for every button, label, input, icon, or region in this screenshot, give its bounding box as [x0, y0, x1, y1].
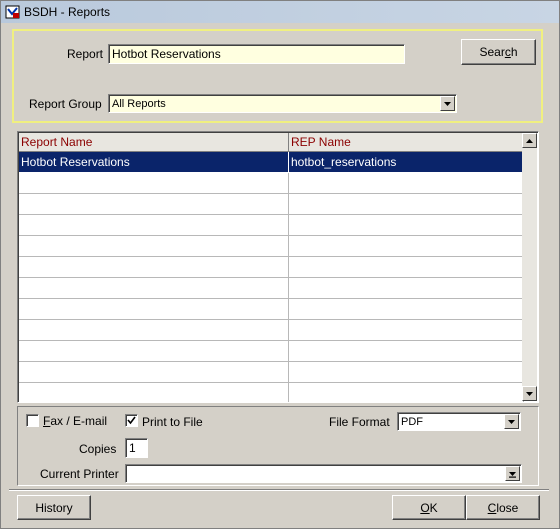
grid-header: Report Name REP Name — [19, 133, 524, 152]
cell-report-name — [19, 173, 289, 194]
table-row[interactable]: Hotbot Reservations hotbot_reservations — [19, 152, 524, 173]
fax-email-label: Fax / E-mail — [43, 414, 108, 428]
cell-report-name — [19, 362, 289, 383]
copies-value: 1 — [129, 441, 136, 455]
cell-report-name — [19, 257, 289, 278]
fax-email-checkbox[interactable] — [26, 414, 39, 427]
cell-rep-name — [289, 299, 524, 320]
cell-report-name — [19, 341, 289, 362]
file-format-select[interactable]: PDF — [397, 412, 521, 431]
cell-rep-name — [289, 362, 524, 383]
report-label: Report — [67, 47, 104, 61]
current-printer-field[interactable] — [125, 464, 522, 483]
chevron-down-icon[interactable] — [504, 414, 519, 429]
history-button-label: History — [35, 500, 73, 515]
report-input[interactable]: Hotbot Reservations — [108, 44, 405, 64]
column-header-report-name[interactable]: Report Name — [19, 133, 289, 152]
table-row[interactable] — [19, 236, 524, 257]
search-panel: Report Hotbot Reservations Search Report… — [12, 29, 543, 123]
close-button[interactable]: Close — [466, 495, 540, 520]
reports-window: BSDH - Reports Report Hotbot Reservation… — [0, 0, 560, 529]
vertical-scrollbar[interactable] — [522, 133, 537, 401]
column-header-rep-name[interactable]: REP Name — [289, 133, 524, 152]
cell-rep-name — [289, 236, 524, 257]
printer-lookup-icon[interactable] — [505, 466, 520, 481]
cell-report-name — [19, 236, 289, 257]
table-row[interactable] — [19, 257, 524, 278]
cell-rep-name — [289, 215, 524, 236]
cell-rep-name — [289, 383, 524, 402]
cell-rep-name — [289, 320, 524, 341]
cell-report-name: Hotbot Reservations — [19, 152, 289, 173]
reports-grid: Report Name REP Name Hotbot Reservations… — [17, 131, 539, 403]
chevron-down-icon[interactable] — [440, 96, 455, 111]
file-format-value: PDF — [401, 415, 423, 428]
table-row[interactable] — [19, 341, 524, 362]
cell-rep-name — [289, 278, 524, 299]
cell-rep-name — [289, 194, 524, 215]
print-to-file-checkbox[interactable] — [125, 414, 138, 427]
search-button-label: Search — [479, 45, 518, 59]
app-icon — [5, 4, 21, 20]
table-row[interactable] — [19, 299, 524, 320]
report-input-value: Hotbot Reservations — [112, 47, 221, 61]
cell-report-name — [19, 299, 289, 320]
table-row[interactable] — [19, 362, 524, 383]
current-printer-label: Current Printer — [40, 467, 119, 481]
table-row[interactable] — [19, 215, 524, 236]
cell-report-name — [19, 215, 289, 236]
scroll-down-icon[interactable] — [522, 386, 537, 401]
copies-input[interactable]: 1 — [125, 438, 148, 458]
report-group-label: Report Group — [29, 97, 102, 111]
scroll-up-icon[interactable] — [522, 133, 537, 148]
cell-rep-name — [289, 341, 524, 362]
table-row[interactable] — [19, 383, 524, 402]
check-icon — [127, 416, 136, 425]
search-button[interactable]: Search — [461, 39, 536, 65]
cell-report-name — [19, 194, 289, 215]
history-button[interactable]: History — [17, 495, 91, 520]
table-row[interactable] — [19, 173, 524, 194]
output-options-panel: Fax / E-mail Print to File File Format P… — [17, 406, 539, 486]
print-to-file-label: Print to File — [142, 415, 203, 429]
window-title: BSDH - Reports — [24, 5, 111, 19]
table-row[interactable] — [19, 278, 524, 299]
report-group-select[interactable]: All Reports — [108, 94, 457, 113]
title-bar: BSDH - Reports — [1, 1, 559, 23]
table-row[interactable] — [19, 194, 524, 215]
cell-report-name — [19, 383, 289, 402]
report-group-value: All Reports — [112, 97, 166, 110]
cell-rep-name — [289, 173, 524, 194]
cell-report-name — [19, 320, 289, 341]
footer-separator — [9, 489, 549, 491]
grid-rows: Hotbot Reservations hotbot_reservations — [19, 152, 524, 402]
copies-label: Copies — [79, 442, 117, 456]
ok-button[interactable]: OK — [392, 495, 466, 520]
cell-rep-name: hotbot_reservations — [289, 152, 524, 173]
cell-report-name — [19, 278, 289, 299]
ok-button-label: OK — [420, 500, 438, 515]
close-button-label: Close — [487, 500, 519, 515]
table-row[interactable] — [19, 320, 524, 341]
file-format-label: File Format — [329, 415, 390, 429]
cell-rep-name — [289, 257, 524, 278]
